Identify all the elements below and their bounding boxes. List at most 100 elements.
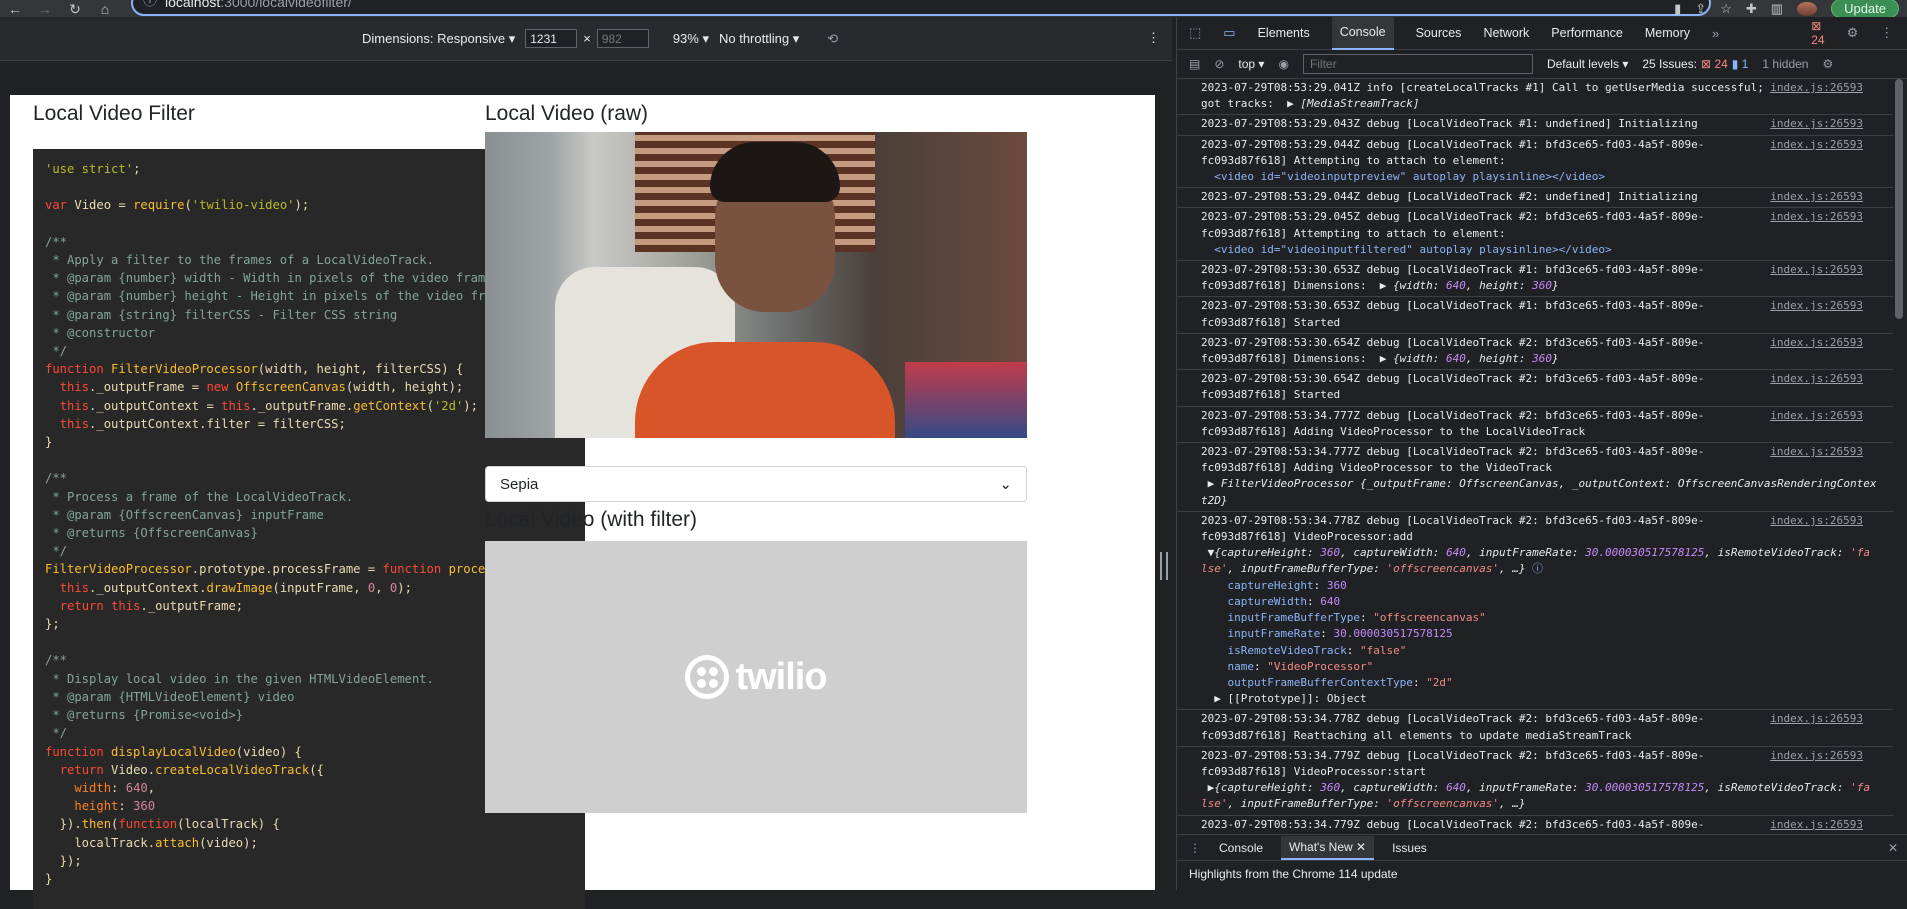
devtools-tabbar: ⬚ ▭ Elements Console Sources Network Per… [1177,16,1907,50]
log-source[interactable]: index.js:26593 [1770,513,1863,529]
info-icon: ⓘ [143,0,157,8]
devtools-panel: ⬚ ▭ Elements Console Sources Network Per… [1176,16,1907,890]
height-input[interactable] [596,29,649,48]
log-source[interactable]: index.js:26593 [1770,209,1863,225]
log-entry: 2023-07-29T08:53:34.777Z debug [LocalVid… [1177,407,1893,444]
address-bar[interactable]: ⓘ localhost:3000/localvideofilter/ [131,0,1711,16]
log-source[interactable]: index.js:26593 [1770,444,1863,460]
drawer-close-icon[interactable]: ✕ [1888,841,1898,855]
extensions-icon[interactable]: ✚ [1746,2,1757,15]
url-path: :3000/localvideofilter/ [220,0,352,10]
drawer-menu-icon[interactable]: ⋮ [1189,841,1201,855]
issues-button[interactable]: 25 Issues: ⊠ 24 ▮ 1 [1642,57,1748,71]
log-entry: 2023-07-29T08:53:29.044Z debug [LocalVid… [1177,188,1893,209]
log-entry: 2023-07-29T08:53:30.654Z debug [LocalVid… [1177,370,1893,407]
devtools-drawer: ⋮ Console What's New ✕ Issues ✕ Highligh… [1177,834,1907,890]
more-tabs-icon[interactable]: » [1712,26,1719,41]
raw-video-heading: Local Video (raw) [485,102,649,125]
close-tab-icon[interactable]: ✕ [1356,840,1366,854]
device-toggle-icon[interactable]: ▭ [1223,25,1235,41]
console-scrollbar[interactable] [1895,79,1903,319]
context-select[interactable]: top ▾ [1238,57,1264,71]
filter-select[interactable]: Sepia ⌄ [485,466,1027,502]
bed [905,362,1027,438]
url-host: localhost [165,0,221,10]
dimensions-label: Dimensions: Responsive [362,30,506,46]
resize-handle[interactable] [1160,552,1168,580]
drawer-tab-console[interactable]: Console [1219,841,1263,855]
forward-icon[interactable]: → [30,2,60,16]
log-source[interactable]: index.js:26593 [1770,116,1863,132]
log-source[interactable]: index.js:26593 [1770,335,1863,351]
issues-error-value: 24 [1714,57,1728,71]
reload-icon[interactable]: ↻ [60,2,90,16]
zoom-label: 93% [672,30,699,46]
tab-memory[interactable]: Memory [1645,17,1690,50]
update-button[interactable]: Update [1831,0,1899,18]
log-entry: 2023-07-29T08:53:29.044Z debug [LocalVid… [1177,136,1893,189]
log-source[interactable]: index.js:26593 [1770,298,1863,314]
issues-info-count: ▮ 1 [1731,57,1749,71]
log-source[interactable]: index.js:26593 [1770,748,1863,764]
error-badge-count: 24 [1811,33,1825,47]
rotate-icon[interactable]: ⟲ [827,31,838,47]
log-entry: 2023-07-29T08:53:30.653Z debug [LocalVid… [1177,297,1893,334]
tab-sources[interactable]: Sources [1416,17,1462,50]
log-source[interactable]: index.js:26593 [1770,80,1863,96]
clear-icon[interactable]: ⊘ [1214,57,1224,71]
console-settings-icon[interactable]: ⚙ [1822,57,1833,71]
chevron-down-icon: ⌄ [999,476,1012,493]
filtered-video-heading: Local Video (with filter) [485,508,698,531]
console-filter-input[interactable] [1302,54,1533,74]
throttling-dropdown[interactable]: No throttling ▾ [719,31,799,47]
log-entry: 2023-07-29T08:53:29.045Z debug [LocalVid… [1177,208,1893,262]
person-body [635,342,895,438]
zoom-dropdown[interactable]: 93% ▾ [673,31,709,47]
drawer-tab-whats-new[interactable]: What's New ✕ [1281,835,1375,860]
tab-elements[interactable]: Elements [1258,17,1310,50]
hidden-count: 1 hidden [1762,57,1809,71]
sidebar-toggle-icon[interactable]: ▤ [1189,57,1200,71]
tab-console[interactable]: Console [1331,16,1394,50]
more-icon[interactable]: ⋮ [1147,30,1160,46]
drawer-tab-issues[interactable]: Issues [1392,841,1427,855]
console-log: 2023-07-29T08:53:29.041Z info [createLoc… [1177,79,1893,833]
tab-network[interactable]: Network [1483,17,1529,50]
web-page: Local Video Filter 'use strict'; var Vid… [10,95,1155,909]
eye-icon[interactable]: ◉ [1278,57,1288,71]
log-entry: 2023-07-29T08:53:30.653Z debug [LocalVid… [1177,261,1893,298]
log-source[interactable]: index.js:26593 [1770,189,1863,205]
raw-video [485,132,1027,438]
avatar[interactable] [1797,1,1818,16]
error-badge[interactable]: ⊠ 24 [1811,19,1824,47]
dimensions-dropdown[interactable]: Dimensions: Responsive ▾ [362,31,515,47]
drawer-tab-whats-new-label: What's New [1289,839,1353,854]
kebab-icon[interactable]: ⋮ [1880,25,1893,41]
log-entry: 2023-07-29T08:53:34.779Z debug [LocalVid… [1177,747,1893,816]
log-entry: 2023-07-29T08:53:34.778Z debug [LocalVid… [1177,512,1893,711]
width-input[interactable] [525,29,578,48]
log-source[interactable]: index.js:26593 [1770,711,1863,727]
log-source[interactable]: index.js:26593 [1770,137,1863,153]
gear-icon[interactable]: ⚙ [1847,25,1859,41]
home-icon[interactable]: ⌂ [90,2,120,16]
drawer-highlights: Highlights from the Chrome 114 update [1189,867,1398,881]
inspect-icon[interactable]: ⬚ [1189,25,1201,41]
log-source[interactable]: index.js:26593 [1770,262,1863,278]
log-source[interactable]: index.js:26593 [1770,817,1863,833]
share-icon[interactable]: ⇪ [1695,2,1706,15]
log-entry: 2023-07-29T08:53:29.041Z info [createLoc… [1177,79,1893,116]
issues-label: 25 Issues: [1642,57,1698,71]
levels-label: Default levels [1546,57,1619,71]
context-label: top [1238,57,1256,71]
levels-dropdown[interactable]: Default levels ▾ [1547,57,1628,71]
log-source[interactable]: index.js:26593 [1770,408,1863,424]
person-hair [710,142,840,202]
filtered-video: twilio [485,541,1027,813]
camera-icon[interactable]: ▮ [1674,2,1681,15]
tab-performance[interactable]: Performance [1551,17,1623,50]
sidepanel-icon[interactable]: ▥ [1771,2,1783,15]
log-source[interactable]: index.js:26593 [1770,371,1863,387]
star-icon[interactable]: ☆ [1720,2,1732,15]
back-icon[interactable]: ← [0,2,30,16]
